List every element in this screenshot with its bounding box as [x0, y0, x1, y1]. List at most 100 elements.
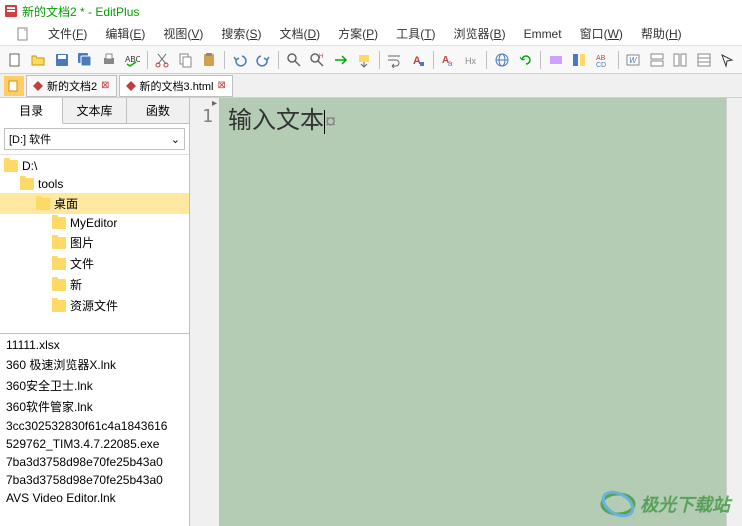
- file-item[interactable]: 11111.xlsx: [0, 336, 189, 354]
- split-v-icon[interactable]: [670, 49, 691, 71]
- refresh-icon[interactable]: [515, 49, 536, 71]
- tree-item[interactable]: 文件: [0, 253, 189, 274]
- document-tab-active[interactable]: 新的文档3.html ⊠: [119, 75, 233, 97]
- tree-item-label: 新: [70, 276, 82, 293]
- ab-icon[interactable]: ABCD: [592, 49, 613, 71]
- font-a-icon[interactable]: A: [407, 49, 428, 71]
- main-area: 目录 文本库 函数 [D:] 软件 ⌄ D:\tools 桌面 MyEditor 图片…: [0, 98, 742, 526]
- sidebar: 目录 文本库 函数 [D:] 软件 ⌄ D:\tools 桌面 MyEditor 图片…: [0, 98, 190, 526]
- settings-icon[interactable]: [693, 49, 714, 71]
- svg-text:a: a: [448, 59, 453, 68]
- tree-item-label: 图片: [70, 234, 94, 251]
- tree-item[interactable]: 新: [0, 274, 189, 295]
- copy-icon[interactable]: [175, 49, 196, 71]
- menu-search[interactable]: 搜索(S): [213, 23, 269, 44]
- folder-tree[interactable]: D:\tools 桌面 MyEditor 图片文件新资源文件: [0, 154, 189, 334]
- folder-icon: [52, 237, 66, 249]
- spell-check-icon[interactable]: ABC: [121, 49, 142, 71]
- svg-text:Hx: Hx: [465, 56, 476, 66]
- menu-edit[interactable]: 编辑(E): [97, 23, 153, 44]
- tab-close-icon[interactable]: ⊠: [217, 80, 225, 91]
- cut-icon[interactable]: [152, 49, 173, 71]
- color-a-icon[interactable]: Aa: [438, 49, 459, 71]
- file-item[interactable]: AVS Video Editor.lnk: [0, 489, 189, 507]
- replace-icon[interactable]: H: [306, 49, 327, 71]
- menu-window[interactable]: 窗口(W): [572, 23, 631, 44]
- arrow-icon[interactable]: [716, 49, 737, 71]
- file-item[interactable]: 360 极速浏览器X.lnk: [0, 354, 189, 375]
- tree-item[interactable]: tools: [0, 175, 189, 193]
- toolbar-separator: [540, 51, 541, 69]
- tool1-icon[interactable]: [545, 49, 566, 71]
- menu-browser[interactable]: 浏览器(B): [446, 23, 514, 44]
- watermark: 极光下载站: [600, 490, 730, 518]
- tree-item-label: 资源文件: [70, 297, 118, 314]
- tree-item[interactable]: D:\: [0, 157, 189, 175]
- tree-item-label: D:\: [22, 159, 37, 173]
- document-tab[interactable]: 新的文档2 ⊠: [26, 75, 117, 97]
- toolbar-separator: [224, 51, 225, 69]
- toolbar-separator: [379, 51, 380, 69]
- menu-view[interactable]: 视图(V): [155, 23, 211, 44]
- menu-document[interactable]: 文档(D): [271, 23, 328, 44]
- tree-item-label: 桌面: [54, 195, 78, 212]
- folder-icon: [36, 198, 50, 210]
- chevron-down-icon: ⌄: [171, 133, 180, 146]
- tab-label: 新的文档3.html: [140, 78, 214, 94]
- file-list[interactable]: 11111.xlsx360 极速浏览器X.lnk360安全卫士.lnk360软件…: [0, 334, 189, 526]
- file-item[interactable]: 7ba3d3758d98e70fe25b43a0: [0, 453, 189, 471]
- file-item[interactable]: 360软件管家.lnk: [0, 396, 189, 417]
- line-number: 1: [190, 106, 219, 127]
- new-tab-button[interactable]: [4, 76, 24, 96]
- title-bar: 新的文档2 * - EditPlus: [0, 0, 742, 22]
- folder-icon: [52, 279, 66, 291]
- vertical-scrollbar[interactable]: [726, 98, 742, 526]
- tree-item[interactable]: 图片: [0, 232, 189, 253]
- watermark-logo-icon: [600, 490, 636, 518]
- tree-item[interactable]: MyEditor: [0, 214, 189, 232]
- tab-close-icon[interactable]: ⊠: [101, 80, 109, 91]
- wordwrap-icon[interactable]: [384, 49, 405, 71]
- document-tab-bar: 新的文档2 ⊠ 新的文档3.html ⊠: [0, 74, 742, 98]
- file-item[interactable]: 7ba3d3758d98e70fe25b43a0: [0, 471, 189, 489]
- browser-icon[interactable]: [491, 49, 512, 71]
- find-next-icon[interactable]: [353, 49, 374, 71]
- tree-item-label: tools: [38, 177, 63, 191]
- menu-file[interactable]: 文件(F): [40, 23, 95, 44]
- new-file-icon[interactable]: [4, 49, 25, 71]
- editor-content[interactable]: 输入文本¤: [220, 98, 742, 526]
- file-item[interactable]: 529762_TIM3.4.7.22085.exe: [0, 435, 189, 453]
- tab-label: 新的文档2: [47, 78, 97, 94]
- bookmark-icon[interactable]: [569, 49, 590, 71]
- open-file-icon[interactable]: [27, 49, 48, 71]
- find-icon[interactable]: [283, 49, 304, 71]
- sidebar-tab-cliptext[interactable]: 文本库: [63, 98, 126, 123]
- goto-icon[interactable]: [330, 49, 351, 71]
- save-all-icon[interactable]: [74, 49, 95, 71]
- tree-item[interactable]: 桌面: [0, 193, 189, 214]
- split-h-icon[interactable]: [646, 49, 667, 71]
- paste-icon[interactable]: [199, 49, 220, 71]
- menu-help[interactable]: 帮助(H): [633, 23, 690, 44]
- undo-icon[interactable]: [229, 49, 250, 71]
- sidebar-tab-functions[interactable]: 函数: [127, 98, 189, 123]
- tree-item[interactable]: 资源文件: [0, 295, 189, 316]
- hex-icon[interactable]: Hx: [461, 49, 482, 71]
- menu-emmet[interactable]: Emmet: [516, 25, 570, 43]
- sidebar-tab-directory[interactable]: 目录: [0, 98, 63, 124]
- tool-w-icon[interactable]: W: [623, 49, 644, 71]
- menu-new-icon[interactable]: [8, 25, 38, 43]
- file-item[interactable]: 3cc302532830f61c4a1843616: [0, 417, 189, 435]
- menu-tools[interactable]: 工具(T): [388, 23, 443, 44]
- drive-selector[interactable]: [D:] 软件 ⌄: [4, 128, 185, 150]
- editor-area[interactable]: ▸ 1 输入文本¤ 极光下载站: [190, 98, 742, 526]
- folder-icon: [4, 160, 18, 172]
- print-icon[interactable]: [98, 49, 119, 71]
- file-item[interactable]: 360安全卫士.lnk: [0, 375, 189, 396]
- menu-project[interactable]: 方案(P): [330, 23, 386, 44]
- svg-text:AB: AB: [596, 55, 606, 62]
- save-icon[interactable]: [51, 49, 72, 71]
- tree-item-label: MyEditor: [70, 216, 117, 230]
- redo-icon[interactable]: [252, 49, 273, 71]
- toolbar-separator: [486, 51, 487, 69]
